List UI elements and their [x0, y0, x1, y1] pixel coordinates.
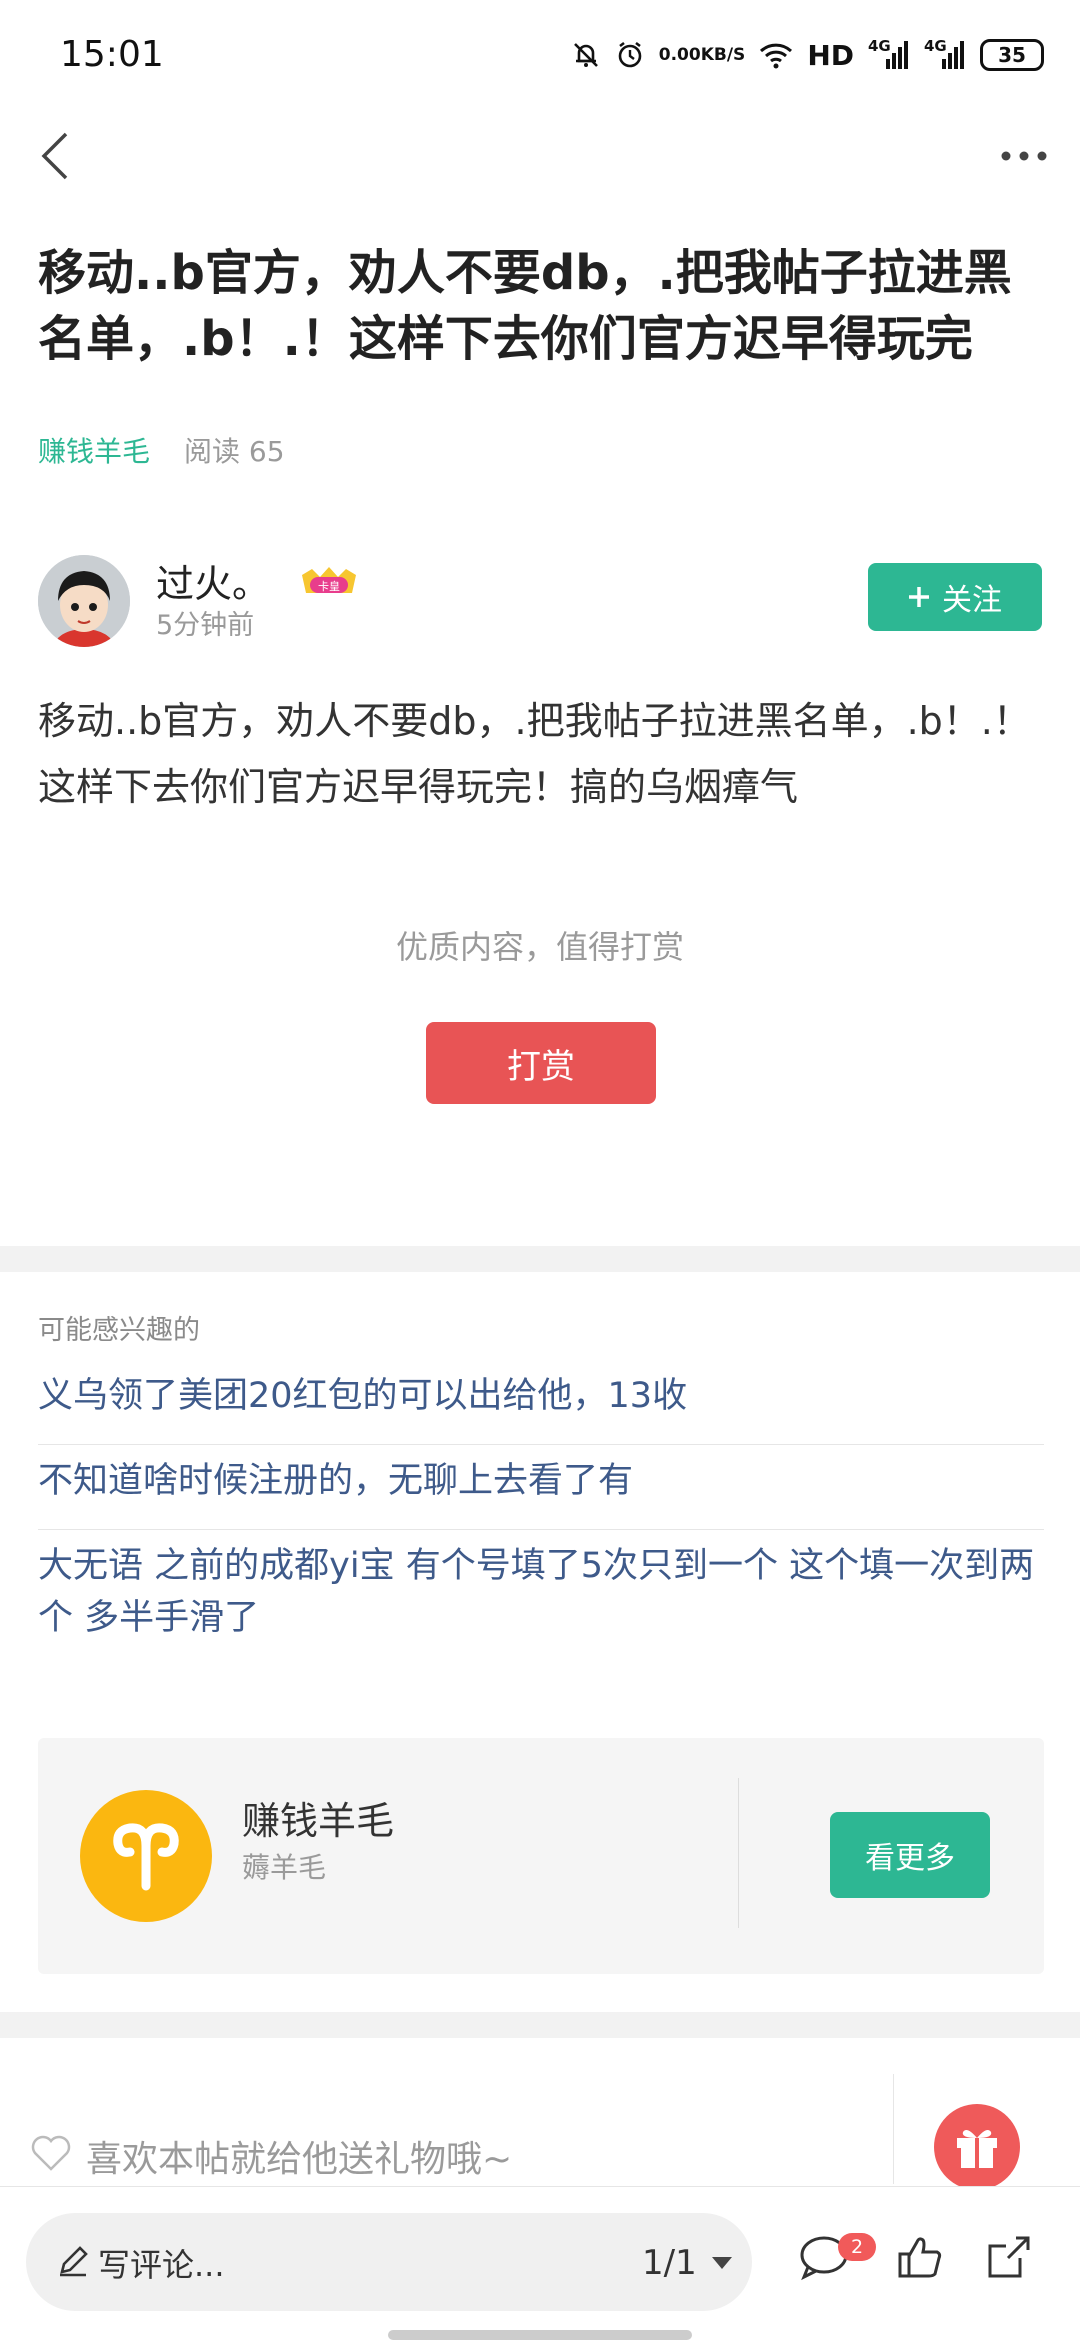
reward-hint: 优质内容，值得打赏: [395, 928, 684, 966]
hd-indicator: HD: [807, 38, 854, 72]
wifi-icon: [759, 41, 793, 69]
forum-subtitle: 薅羊毛: [242, 1851, 327, 1884]
status-icons: 0.00 KB/S HD 4G 4G 35: [571, 30, 1044, 80]
related-item[interactable]: 不知道啥时候注册的，无聊上去看了有: [38, 1445, 1044, 1530]
signal-icon-2: 4G: [924, 37, 966, 73]
vip-badge-icon: 卡皇: [298, 565, 360, 597]
like-button[interactable]: [890, 2227, 950, 2287]
related-item[interactable]: 大无语 之前的成都yi宝 有个号填了5次只到一个 这个填一次到两个 多半手滑了: [38, 1530, 1044, 1666]
see-more-button[interactable]: 看更多: [830, 1812, 990, 1898]
post-body: 移动..b官方，劝人不要db，.把我帖子拉进黑名单，.b！.！这样下去你们官方迟…: [38, 699, 1031, 809]
follow-label: 关注: [942, 583, 1002, 618]
aries-logo-icon: [80, 1790, 212, 1922]
forum-card[interactable]: 赚钱羊毛 薅羊毛 看更多: [38, 1738, 1044, 1974]
plus-icon: [909, 587, 929, 607]
signal-icon: 4G: [868, 37, 910, 73]
gift-prompt: 喜欢本帖就给他送礼物哦~: [86, 2139, 513, 2180]
network-speed: 0.00 KB/S: [658, 44, 746, 65]
divider: [738, 1778, 739, 1928]
thumbs-up-icon: [898, 2237, 942, 2278]
related-item[interactable]: 义乌领了美团20红包的可以出给他，13收: [38, 1360, 1044, 1445]
share-icon: [988, 2236, 1030, 2278]
author-row: 过火。 卡皇 5分钟前 关注: [38, 553, 1042, 653]
divider: [893, 2074, 894, 2184]
bottom-bar: 写评论... 1/1 2: [0, 2186, 1080, 2340]
post-meta: 赚钱羊毛 阅读 65: [38, 430, 285, 470]
mute-bell-icon: [571, 40, 601, 70]
back-button[interactable]: [16, 116, 96, 196]
section-divider: [0, 1246, 1080, 1272]
author-name[interactable]: 过火。: [156, 553, 270, 608]
heart-icon[interactable]: [30, 2134, 72, 2172]
comment-count-badge: 2: [838, 2233, 876, 2261]
top-nav: [0, 110, 1080, 220]
caret-down-icon: [712, 2257, 732, 2269]
more-dots-icon: [1001, 151, 1047, 161]
share-button[interactable]: [980, 2227, 1040, 2287]
page-indicator[interactable]: 1/1: [642, 2243, 697, 2283]
svg-text:卡皇: 卡皇: [318, 579, 340, 593]
read-count: 阅读 65: [184, 435, 285, 468]
gift-icon: [957, 2130, 997, 2168]
related-list: 义乌领了美团20红包的可以出给他，13收 不知道啥时候注册的，无聊上去看了有 大…: [38, 1360, 1044, 1666]
forum-name: 赚钱羊毛: [242, 1799, 395, 1843]
forum-tag-link[interactable]: 赚钱羊毛: [38, 430, 150, 470]
status-bar: 15:01 0.00 KB/S HD 4G 4G 35: [0, 0, 1080, 110]
reward-button[interactable]: 打赏: [426, 1022, 656, 1104]
status-time: 15:01: [60, 34, 164, 75]
avatar[interactable]: [38, 555, 130, 647]
post-time: 5分钟前: [156, 610, 255, 641]
chevron-left-icon: [41, 132, 68, 180]
gift-button[interactable]: [934, 2104, 1020, 2190]
section-divider: [0, 2012, 1080, 2038]
comment-input[interactable]: 写评论... 1/1: [26, 2213, 752, 2311]
alarm-icon: [615, 40, 645, 70]
more-options-button[interactable]: [984, 116, 1064, 196]
comment-placeholder: 写评论...: [98, 2246, 225, 2284]
home-indicator[interactable]: [388, 2330, 692, 2340]
battery-icon: 35: [980, 39, 1044, 71]
follow-button[interactable]: 关注: [868, 563, 1042, 631]
pen-icon: [60, 2246, 88, 2277]
gift-row: 喜欢本帖就给他送礼物哦~: [0, 2052, 1080, 2190]
post-title: 移动..b官方，劝人不要db，.把我帖子拉进黑名单，.b！.！这样下去你们官方迟…: [38, 245, 1012, 367]
related-section-title: 可能感兴趣的: [38, 1315, 200, 1346]
